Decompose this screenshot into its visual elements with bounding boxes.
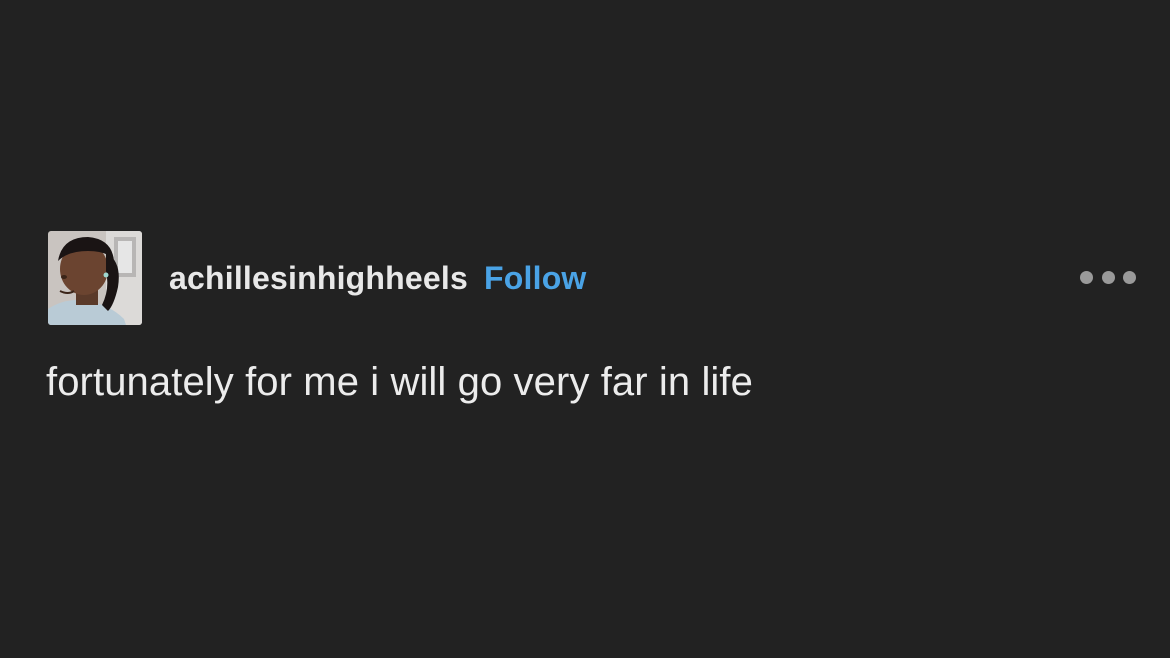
post-header: achillesinhighheels Follow [48, 231, 1138, 325]
ellipsis-icon [1123, 270, 1136, 284]
avatar-photo-icon [48, 231, 142, 325]
username[interactable]: achillesinhighheels [169, 260, 468, 297]
avatar[interactable] [48, 231, 142, 325]
follow-button[interactable]: Follow [484, 260, 587, 297]
more-options-button[interactable] [1080, 269, 1136, 285]
post-card: achillesinhighheels Follow fortunately f… [0, 0, 1170, 658]
ellipsis-icon [1080, 270, 1093, 284]
post-text: fortunately for me i will go very far in… [46, 360, 753, 404]
ellipsis-icon [1101, 270, 1115, 284]
